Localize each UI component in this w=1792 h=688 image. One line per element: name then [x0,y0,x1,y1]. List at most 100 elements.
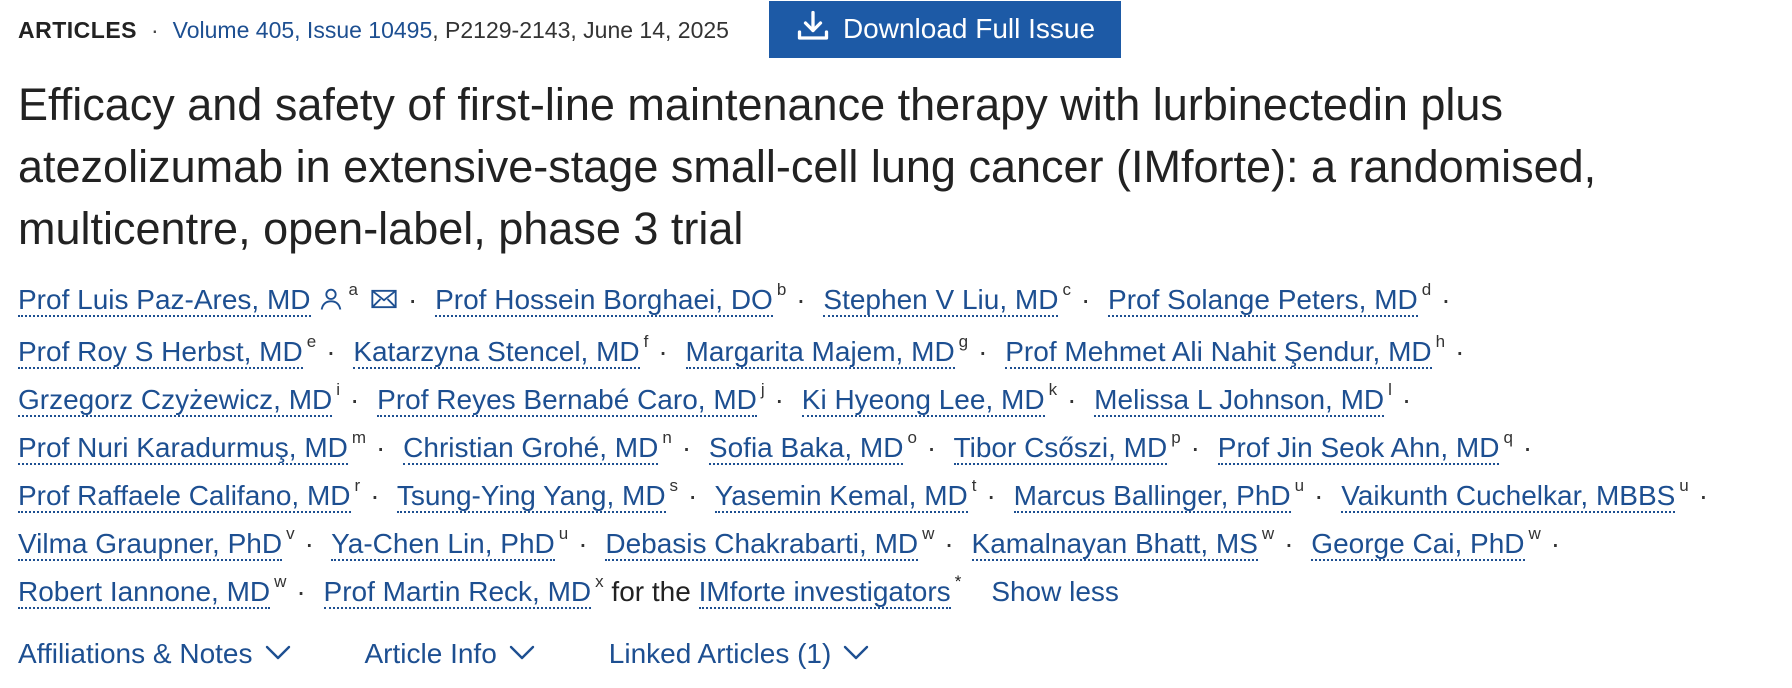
mail-icon[interactable] [370,280,398,328]
author-item: Prof Hossein Borghaei, DO b [435,281,786,317]
author-item: Christian Grohé, MD n [403,429,672,465]
author-link[interactable]: Prof Mehmet Ali Nahit Şendur, MD [1005,336,1432,369]
author-link[interactable]: Melissa L Johnson, MD [1094,384,1385,417]
tab-label: Article Info [364,638,497,669]
volume-issue-link[interactable]: Volume 405, Issue 10495 [173,17,433,44]
author-separator: · [774,384,784,415]
affiliation-sup[interactable]: g [959,332,968,351]
author-link[interactable]: Prof Jin Seok Ahn, MD [1217,432,1500,465]
author-link[interactable]: Vaikunth Cuchelkar, MBBS [1341,480,1676,513]
author-separator: · [688,480,698,511]
author-separator: · [796,284,806,315]
author-separator: · [408,284,418,315]
author-link[interactable]: Ki Hyeong Lee, MD [801,384,1045,417]
author-link[interactable]: Margarita Majem, MD [685,336,955,369]
affiliation-sup[interactable]: h [1436,332,1445,351]
affiliation-sup[interactable]: b [777,280,786,299]
chevron-down-icon [505,638,539,670]
author-link[interactable]: Ya-Chen Lin, PhD [331,528,555,561]
author-link[interactable]: Prof Hossein Borghaei, DO [435,284,773,317]
affiliation-sup[interactable]: u [1679,476,1688,495]
affiliation-sup[interactable]: x [595,572,604,591]
affiliation-sup[interactable]: u [559,524,568,543]
author-item: Melissa L Johnson, MD l [1094,381,1392,417]
affiliation-sup[interactable]: m [352,428,366,447]
affiliation-sup[interactable]: c [1062,280,1071,299]
author-link[interactable]: Stephen V Liu, MD [823,284,1059,317]
affiliation-sup[interactable]: p [1171,428,1180,447]
author-item: Tibor Csőszi, MD p [953,429,1181,465]
author-separator: · [978,336,988,367]
author-item: Marcus Ballinger, PhD u [1013,477,1304,513]
affiliation-sup[interactable]: k [1049,380,1058,399]
issue-bar: ARTICLES · Volume 405, Issue 10495 , P21… [18,0,1774,60]
author-item: Ya-Chen Lin, PhD u [331,525,568,561]
affiliation-sup[interactable]: i [336,380,340,399]
author-separator: · [1401,384,1412,415]
author-separator: · [304,528,314,559]
author-separator: · [1698,480,1709,511]
author-link[interactable]: Sofia Baka, MD [708,432,904,465]
author-separator: · [926,432,937,463]
affiliation-sup[interactable]: l [1388,380,1392,399]
author-link[interactable]: George Cai, PhD [1311,528,1525,561]
affiliation-sup[interactable]: o [907,428,916,447]
author-separator: · [658,336,668,367]
author-link[interactable]: Katarzyna Stencel, MD [353,336,640,369]
show-less-button[interactable]: Show less [991,576,1119,607]
author-item: Robert Iannone, MD w [18,573,286,609]
tab-label: Linked Articles (1) [608,638,832,669]
affiliation-sup[interactable]: s [670,476,679,495]
affiliation-sup[interactable]: v [286,524,295,543]
affiliation-sup[interactable]: f [644,332,649,351]
affiliation-sup[interactable]: q [1503,428,1512,447]
download-icon [795,8,831,51]
tab-affiliations-notes[interactable]: Affiliations & Notes [18,638,295,670]
affiliation-sup[interactable]: w [1262,524,1274,543]
author-link[interactable]: Marcus Ballinger, PhD [1013,480,1291,513]
author-separator: · [296,576,306,607]
author-link[interactable]: Yasemin Kemal, MD [714,480,968,513]
author-link[interactable]: Christian Grohé, MD [403,432,659,465]
article-tabs: Affiliations & Notes Article Info Linked A… [18,638,1774,670]
author-item: Prof Raffaele Califano, MD r [18,477,360,513]
author-link[interactable]: Debasis Chakrabarti, MD [605,528,919,561]
author-link[interactable]: Kamalnayan Bhatt, MS [971,528,1258,561]
author-link[interactable]: Robert Iannone, MD [18,576,271,609]
author-link[interactable]: Prof Martin Reck, MD [323,576,592,609]
author-link[interactable]: Prof Raffaele Califano, MD [18,480,351,513]
affiliation-sup[interactable]: j [761,380,765,399]
person-icon[interactable] [317,280,345,328]
author-item: Prof Nuri Karadurmuş, MD m [18,429,366,465]
author-item: Grzegorz Czyżewicz, MD i [18,381,340,417]
affiliation-sup[interactable]: w [922,524,934,543]
tab-linked-articles[interactable]: Linked Articles (1) [609,638,874,670]
author-link[interactable]: Prof Solange Peters, MD [1108,284,1418,317]
author-link[interactable]: Tibor Csőszi, MD [953,432,1168,465]
affiliation-sup[interactable]: w [274,572,286,591]
author-link[interactable]: Prof Nuri Karadurmuş, MD [18,432,348,465]
affiliation-sup[interactable]: w [1529,524,1541,543]
affiliation-sup[interactable]: t [972,476,977,495]
affiliation-sup[interactable]: d [1422,280,1431,299]
author-link[interactable]: Grzegorz Czyżewicz, MD [18,384,333,417]
author-link[interactable]: Prof Roy S Herbst, MD [18,336,303,369]
author-separator: · [376,432,386,463]
investigators-link[interactable]: IMforte investigators [698,576,951,609]
download-full-issue-button[interactable]: Download Full Issue [768,0,1122,58]
investigators-sup[interactable]: * [955,572,962,591]
author-link[interactable]: Prof Luis Paz-Ares, MD [18,284,311,317]
author-link[interactable]: Vilma Graupner, PhD [18,528,283,561]
affiliation-sup[interactable]: a [349,280,358,299]
article-header: ARTICLES · Volume 405, Issue 10495 , P21… [0,0,1792,688]
affiliation-sup[interactable]: n [662,428,671,447]
tab-label: Affiliations & Notes [18,638,253,669]
author-link[interactable]: Prof Reyes Bernabé Caro, MD [377,384,757,417]
author-item: Prof Martin Reck, MD x [323,573,604,609]
author-link[interactable]: Tsung-Ying Yang, MD [396,480,666,513]
affiliation-sup[interactable]: u [1295,476,1304,495]
affiliation-sup[interactable]: r [355,476,361,495]
tab-article-info[interactable]: Article Info [365,638,539,670]
affiliation-sup[interactable]: e [307,332,316,351]
separator-dot: · [151,16,159,43]
